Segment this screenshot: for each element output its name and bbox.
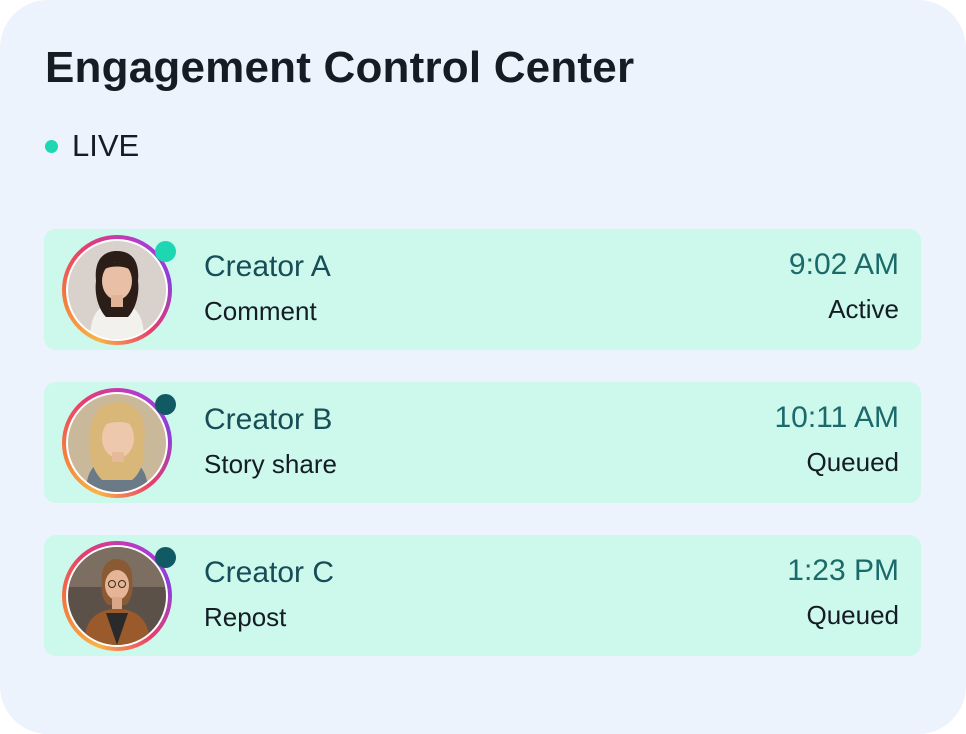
status-dot-icon xyxy=(155,241,176,262)
engagement-action: Comment xyxy=(204,296,317,326)
engagement-card: Engagement Control Center LIVE Creator A… xyxy=(0,0,966,734)
list-item-creator-b[interactable]: Creator B Story share 10:11 AM Queued xyxy=(44,382,921,503)
status-label: Queued xyxy=(806,600,899,630)
live-label: LIVE xyxy=(72,128,140,163)
list-item-creator-c[interactable]: Creator C Repost 1:23 PM Queued xyxy=(44,535,921,656)
avatar-photo-creator-c xyxy=(68,547,166,645)
status-dot-icon xyxy=(155,547,176,568)
timestamp: 1:23 PM xyxy=(787,554,899,587)
avatar xyxy=(62,541,176,651)
avatar xyxy=(62,388,176,498)
live-indicator: LIVE xyxy=(45,126,139,166)
avatar xyxy=(62,235,176,345)
avatar-photo-creator-b xyxy=(68,394,166,492)
creator-name: Creator C xyxy=(204,556,335,589)
list-item-creator-a[interactable]: Creator A Comment 9:02 AM Active xyxy=(44,229,921,350)
timestamp: 9:02 AM xyxy=(788,248,899,281)
status-label: Queued xyxy=(806,447,899,477)
engagement-action: Story share xyxy=(204,449,337,479)
page-title: Engagement Control Center xyxy=(45,43,635,92)
creator-name: Creator A xyxy=(204,250,331,283)
status-label: Active xyxy=(828,294,899,324)
creator-name: Creator B xyxy=(204,403,333,436)
timestamp: 10:11 AM xyxy=(774,401,899,434)
live-dot-icon xyxy=(45,139,58,153)
avatar-photo-creator-a xyxy=(68,241,166,339)
status-dot-icon xyxy=(155,394,176,415)
engagement-action: Repost xyxy=(204,602,287,632)
